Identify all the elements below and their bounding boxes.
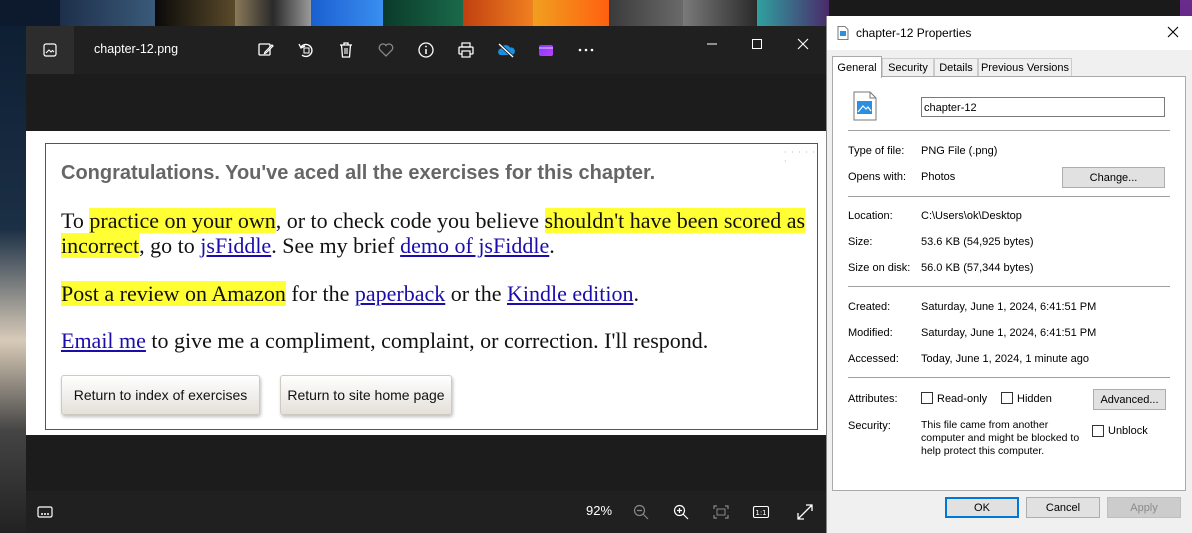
dotted-corner: · · · · · · (784, 148, 816, 166)
accessed-value: Today, June 1, 2024, 1 minute ago (921, 353, 1089, 365)
zoom-in-icon[interactable] (670, 501, 692, 523)
text-run: To (61, 208, 90, 233)
photos-window: chapter-12.png · · · · · · Congratulatio… (26, 26, 826, 533)
location-label: Location: (848, 210, 893, 222)
photos-filename: chapter-12.png (94, 42, 179, 56)
security-message: This file came from another computer and… (921, 419, 1080, 457)
general-panel: chapter-12 Type of file: PNG File (.png)… (832, 76, 1186, 491)
location-value: C:\Users\ok\Desktop (921, 210, 1022, 222)
image-paragraph-3: Email me to give me a compliment, compla… (61, 328, 806, 353)
apply-button[interactable]: Apply (1107, 497, 1181, 518)
photos-titlebar: chapter-12.png (26, 26, 826, 74)
hidden-label: Hidden (1017, 393, 1052, 405)
attributes-label: Attributes: (848, 393, 898, 405)
file-icon (837, 26, 849, 43)
edit-icon[interactable] (256, 40, 276, 60)
jsfiddle-link: jsFiddle (200, 233, 272, 258)
cancel-button[interactable]: Cancel (1026, 497, 1100, 518)
highlight-review: Post a review on Amazon (61, 281, 286, 306)
image-file-icon (853, 91, 877, 124)
favorite-icon[interactable] (376, 40, 396, 60)
properties-dialog: chapter-12 Properties General Security D… (826, 16, 1192, 533)
text-run: or the (445, 281, 507, 306)
info-icon[interactable] (416, 40, 436, 60)
text-run: . See my brief (271, 233, 401, 258)
modified-label: Modified: (848, 327, 893, 339)
print-icon[interactable] (456, 40, 476, 60)
size-label: Size: (848, 236, 873, 248)
more-icon[interactable] (576, 40, 596, 60)
size-on-disk-label: Size on disk: (848, 262, 911, 274)
rotate-icon[interactable] (296, 40, 316, 60)
email-link: Email me (61, 328, 146, 353)
text-run: , go to (139, 233, 201, 258)
readonly-label: Read-only (937, 393, 988, 405)
image-return-index-button: Return to index of exercises (61, 375, 260, 415)
type-value: PNG File (.png) (921, 145, 998, 157)
tab-general[interactable]: General (832, 56, 882, 78)
photos-bottom-bar: 92% 1:1 (26, 491, 826, 533)
divider (848, 286, 1170, 287)
accessed-label: Accessed: (848, 353, 899, 365)
filmstrip-icon[interactable] (34, 501, 56, 523)
opens-value: Photos (921, 171, 956, 183)
zoom-out-icon[interactable] (630, 501, 652, 523)
clipchamp-icon[interactable] (536, 40, 556, 60)
fit-to-window-icon[interactable] (710, 501, 732, 523)
text-run: . (549, 233, 555, 258)
zoom-level: 92% (586, 503, 613, 518)
demo-jsfiddle-link: demo of jsFiddle (400, 233, 550, 258)
image-viewer: · · · · · · Congratulations. You've aced… (26, 74, 826, 491)
maximize-button[interactable] (745, 34, 769, 54)
size-on-disk-value: 56.0 KB (57,344 bytes) (921, 262, 1034, 274)
kindle-link: Kindle edition (506, 281, 634, 306)
type-label: Type of file: (848, 145, 905, 157)
text-run: , or to check code you believe (275, 208, 545, 233)
divider (848, 377, 1170, 378)
divider (848, 196, 1170, 197)
tab-details[interactable]: Details (934, 58, 978, 77)
onedrive-icon[interactable] (496, 40, 516, 60)
hidden-checkbox[interactable] (1001, 392, 1013, 404)
svg-text:1:1: 1:1 (755, 509, 766, 517)
photos-app-icon[interactable] (26, 26, 74, 74)
highlight-practice: practice on your own (89, 208, 276, 233)
unblock-checkbox[interactable] (1092, 425, 1104, 437)
image-page-box: · · · · · · Congratulations. You've aced… (45, 143, 818, 430)
image-paragraph-2: Post a review on Amazon for the paperbac… (61, 281, 806, 306)
text-run: for the (285, 281, 355, 306)
properties-title: chapter-12 Properties (856, 26, 972, 40)
created-label: Created: (848, 301, 891, 313)
minimize-button[interactable] (700, 34, 724, 54)
advanced-button[interactable]: Advanced... (1093, 389, 1166, 410)
delete-icon[interactable] (336, 40, 356, 60)
displayed-image: · · · · · · Congratulations. You've aced… (26, 131, 826, 435)
close-button[interactable] (791, 34, 815, 54)
modified-value: Saturday, June 1, 2024, 6:41:51 PM (921, 327, 1097, 339)
tab-security[interactable]: Security (882, 58, 934, 77)
properties-titlebar: chapter-12 Properties (827, 16, 1192, 50)
image-return-home-button: Return to site home page (280, 375, 452, 415)
file-name-input[interactable]: chapter-12 (921, 97, 1165, 117)
fullscreen-icon[interactable] (794, 501, 816, 523)
text-run: to give me a compliment, complaint, or c… (145, 328, 709, 353)
change-button[interactable]: Change... (1062, 167, 1165, 188)
readonly-checkbox[interactable] (921, 392, 933, 404)
tab-previous-versions[interactable]: Previous Versions (978, 58, 1072, 77)
created-value: Saturday, June 1, 2024, 6:41:51 PM (921, 301, 1097, 313)
opens-label: Opens with: (848, 171, 907, 183)
image-paragraph-1: To practice on your own, or to check cod… (61, 208, 806, 258)
size-value: 53.6 KB (54,925 bytes) (921, 236, 1034, 248)
unblock-label: Unblock (1108, 425, 1148, 437)
actual-size-icon[interactable]: 1:1 (750, 501, 772, 523)
ok-button[interactable]: OK (945, 497, 1019, 518)
security-label: Security: (848, 420, 891, 432)
paperback-link: paperback (354, 281, 446, 306)
text-run: . (633, 281, 639, 306)
divider (848, 130, 1170, 131)
close-icon[interactable] (1165, 24, 1181, 40)
image-heading: Congratulations. You've aced all the exe… (61, 162, 656, 184)
